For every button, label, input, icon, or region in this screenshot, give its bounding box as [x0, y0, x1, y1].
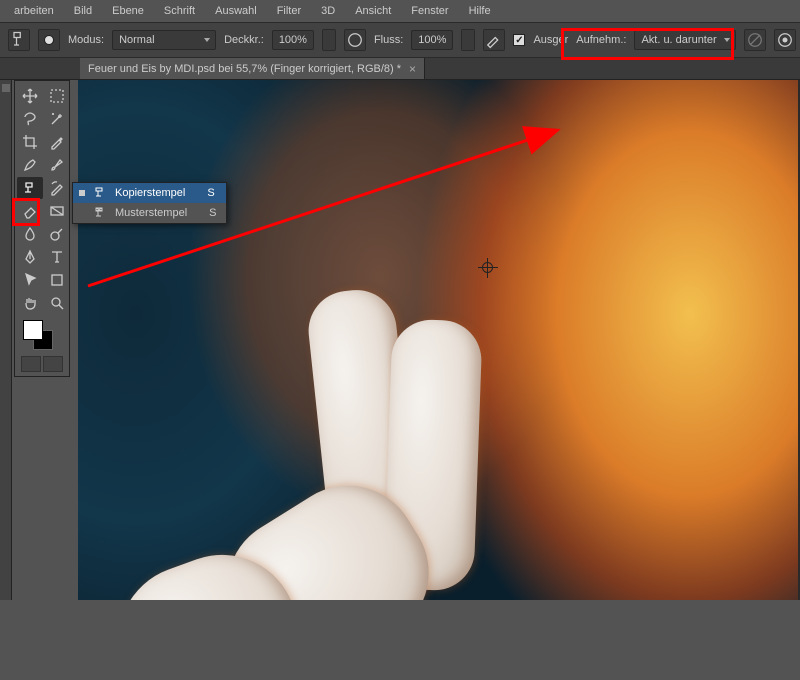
blur-tool[interactable]	[17, 223, 43, 245]
menu-ansicht[interactable]: Ansicht	[345, 1, 401, 21]
options-bar: Modus: Normal Deckkr.: 100% Fluss: 100% …	[0, 22, 800, 58]
dodge-tool[interactable]	[44, 223, 70, 245]
magic-wand-tool[interactable]	[44, 108, 70, 130]
dock-grip-icon	[2, 84, 10, 92]
canvas-area[interactable]	[78, 80, 800, 600]
move-tool[interactable]	[17, 85, 43, 107]
tool-preset-icon[interactable]	[8, 29, 30, 51]
fluss-label: Fluss:	[374, 34, 403, 46]
menu-auswahl[interactable]: Auswahl	[205, 1, 267, 21]
hand-tool[interactable]	[17, 292, 43, 314]
aufnehm-label: Aufnehm.:	[576, 34, 626, 46]
marquee-tool[interactable]	[44, 85, 70, 107]
menu-arbeiten[interactable]: arbeiten	[4, 1, 64, 21]
flyout-kopierstempel[interactable]: Kopierstempel S	[73, 183, 226, 203]
deck-field[interactable]: 100%	[272, 30, 314, 50]
color-swatches[interactable]	[17, 320, 67, 352]
crop-tool[interactable]	[17, 131, 43, 153]
menu-hilfe[interactable]: Hilfe	[459, 1, 501, 21]
clone-source-cursor	[478, 258, 498, 278]
airbrush-icon[interactable]	[483, 29, 505, 51]
eraser-tool[interactable]	[17, 200, 43, 222]
brush-tool[interactable]	[44, 154, 70, 176]
ausger-checkbox[interactable]: ✓	[513, 34, 525, 46]
document-tab-title: Feuer und Eis by MDI.psd bei 55,7% (Fing…	[88, 63, 401, 75]
ignore-adjust-icon[interactable]	[744, 29, 766, 51]
left-dock-strip[interactable]	[0, 80, 12, 600]
flyout-item-label: Kopierstempel	[115, 187, 185, 199]
modus-label: Modus:	[68, 34, 104, 46]
foreground-color-swatch[interactable]	[23, 320, 43, 340]
document-tab-bar: Feuer und Eis by MDI.psd bei 55,7% (Fing…	[0, 58, 800, 80]
fluss-flyout-icon[interactable]	[461, 29, 475, 51]
ausger-label: Ausger	[533, 34, 568, 46]
selected-marker-icon	[79, 190, 85, 196]
zoom-tool[interactable]	[44, 292, 70, 314]
flyout-item-label: Musterstempel	[115, 207, 187, 219]
menu-bar: arbeiten Bild Ebene Schrift Auswahl Filt…	[0, 0, 800, 22]
clone-stamp-icon	[93, 186, 107, 200]
pattern-stamp-icon	[93, 206, 107, 220]
shape-tool[interactable]	[44, 269, 70, 291]
path-select-tool[interactable]	[17, 269, 43, 291]
flyout-musterstempel[interactable]: Musterstempel S	[73, 203, 226, 223]
deck-label: Deckkr.:	[224, 34, 264, 46]
lasso-tool[interactable]	[17, 108, 43, 130]
clone-stamp-tool[interactable]	[17, 177, 43, 199]
history-brush-tool[interactable]	[44, 177, 70, 199]
menu-filter[interactable]: Filter	[267, 1, 311, 21]
quick-mask-toggle[interactable]	[17, 356, 67, 372]
deck-flyout-icon[interactable]	[322, 29, 336, 51]
flyout-item-shortcut: S	[207, 187, 214, 199]
aufnehm-dropdown[interactable]: Akt. u. darunter	[634, 30, 735, 50]
menu-bild[interactable]: Bild	[64, 1, 102, 21]
document-tab[interactable]: Feuer und Eis by MDI.psd bei 55,7% (Fing…	[80, 58, 425, 79]
type-tool[interactable]	[44, 246, 70, 268]
modus-dropdown[interactable]: Normal	[112, 30, 216, 50]
fluss-field[interactable]: 100%	[411, 30, 453, 50]
pressure-opacity-icon[interactable]	[344, 29, 366, 51]
eyedropper-tool[interactable]	[44, 131, 70, 153]
stamp-tool-flyout: Kopierstempel S Musterstempel S	[72, 182, 227, 224]
healing-brush-tool[interactable]	[17, 154, 43, 176]
pressure-size-icon[interactable]	[774, 29, 796, 51]
gradient-tool[interactable]	[44, 200, 70, 222]
pen-tool[interactable]	[17, 246, 43, 268]
menu-ebene[interactable]: Ebene	[102, 1, 154, 21]
document-image	[78, 80, 798, 600]
menu-fenster[interactable]: Fenster	[401, 1, 458, 21]
brush-preset-icon[interactable]	[38, 29, 60, 51]
flyout-item-shortcut: S	[209, 207, 216, 219]
menu-schrift[interactable]: Schrift	[154, 1, 205, 21]
menu-3d[interactable]: 3D	[311, 1, 345, 21]
tools-panel	[14, 80, 70, 377]
close-tab-icon[interactable]: ×	[409, 62, 416, 76]
